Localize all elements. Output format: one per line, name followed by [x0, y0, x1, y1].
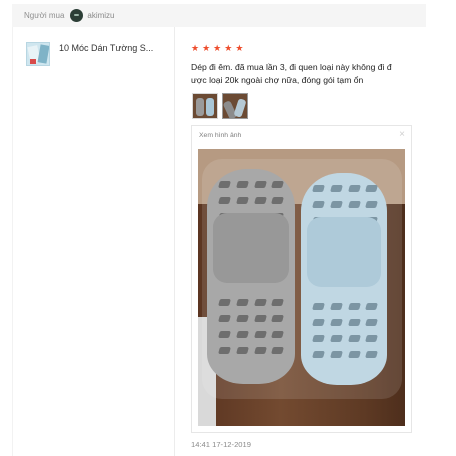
product-thumbnail[interactable]	[26, 42, 50, 66]
avatar[interactable]	[70, 9, 84, 22]
star-icon: ★	[191, 43, 200, 53]
review-text: Dép đi êm. đã mua lần 3, đi quen loại nà…	[191, 61, 416, 87]
image-viewer: Xem hình ảnh ×	[191, 125, 412, 433]
review-photo-thumbnail[interactable]	[192, 93, 218, 119]
star-icon: ★	[202, 43, 211, 53]
close-icon[interactable]: ×	[399, 129, 405, 140]
review-timestamp: 14:41 17-12-2019	[191, 440, 251, 449]
review-photo-thumbnail[interactable]	[222, 93, 248, 119]
review-text-line: ược loại 20k ngoài chợ nữa, đóng gói tạm…	[191, 75, 364, 85]
buyer-username[interactable]: akimizu	[87, 11, 114, 20]
review-text-line: Dép đi êm. đã mua lần 3, đi quen loại nà…	[191, 62, 392, 72]
star-icon: ★	[224, 43, 233, 53]
buyer-label: Người mua	[24, 11, 65, 20]
product-column	[12, 27, 175, 456]
review-photo	[198, 149, 405, 426]
buyer-header: Người mua akimizu	[12, 4, 426, 27]
rating-stars: ★ ★ ★ ★ ★	[191, 43, 243, 53]
star-icon: ★	[213, 43, 222, 53]
star-icon: ★	[235, 43, 244, 53]
product-name[interactable]: 10 Móc Dán Tường S...	[59, 43, 171, 53]
viewer-title: Xem hình ảnh	[199, 132, 242, 139]
